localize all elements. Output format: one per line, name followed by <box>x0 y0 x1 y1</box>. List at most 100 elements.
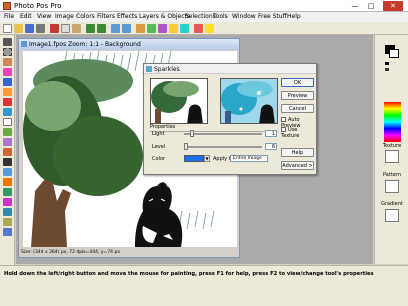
airbrush-icon[interactable] <box>3 98 12 106</box>
menu-view[interactable]: View <box>37 13 51 20</box>
dialog-title: Sparkles <box>154 66 180 73</box>
gradient-tool-icon[interactable] <box>3 168 12 176</box>
undo-icon[interactable] <box>86 24 95 33</box>
color-label: Color <box>152 156 166 162</box>
redo-icon[interactable] <box>97 24 106 33</box>
menu-file[interactable]: File <box>4 13 14 20</box>
menu-free-stuff[interactable]: Free Stuff <box>258 13 287 20</box>
clone-icon[interactable] <box>3 128 12 136</box>
menu-effects[interactable]: Effects <box>117 13 137 20</box>
crop-icon[interactable] <box>3 208 12 216</box>
magic-wand-icon[interactable] <box>3 68 12 76</box>
title-bar: Photo Pos Pro — □ ✕ <box>0 0 408 12</box>
eyedropper-icon[interactable] <box>3 148 12 156</box>
color-swatch[interactable] <box>184 155 204 162</box>
zoom-in-icon[interactable] <box>111 24 120 33</box>
auto-preview-box[interactable] <box>281 117 286 122</box>
ok-button[interactable]: OK <box>281 78 314 87</box>
menu-layers-objects[interactable]: Layers & Objects <box>139 13 190 20</box>
menu-tools[interactable]: Tools <box>213 13 228 20</box>
color-dropdown-arrow-icon[interactable]: ▼ <box>204 155 210 162</box>
print-icon[interactable] <box>36 24 45 33</box>
image-window-title: Image1.fpos Zoom: 1:1 - Background <box>29 41 141 48</box>
minimize-button[interactable]: — <box>348 1 362 11</box>
image-size-readout: Size: (344 x 364) px, 72 dpi <box>21 250 84 255</box>
text-tool-icon[interactable] <box>3 158 12 166</box>
background-color[interactable] <box>389 49 399 58</box>
menu-bar: File Edit View Image Colors Filters Effe… <box>0 12 408 22</box>
advanced-button[interactable]: Advanced > <box>281 161 314 170</box>
properties-label: Properties <box>150 124 176 130</box>
app-title: Photo Pos Pro <box>14 2 62 10</box>
cancel-button[interactable]: Cancel <box>281 104 314 113</box>
hand-tool-icon[interactable] <box>3 218 12 226</box>
level-value[interactable]: 6 <box>265 143 277 150</box>
level-label: Level <box>152 144 166 150</box>
resize-icon[interactable] <box>158 24 167 33</box>
color-palette[interactable] <box>384 102 401 142</box>
menu-edit[interactable]: Edit <box>20 13 32 20</box>
effects-icon[interactable] <box>169 24 178 33</box>
lasso-icon[interactable] <box>3 58 12 66</box>
line-tool-icon[interactable] <box>3 188 12 196</box>
toolbar <box>0 22 408 35</box>
eraser-icon[interactable] <box>3 118 12 126</box>
status-message: Hold down the left/right button and move… <box>4 271 374 277</box>
shape-tool-icon[interactable] <box>3 178 12 186</box>
brush-icon[interactable] <box>3 78 12 86</box>
color-adjust-icon[interactable] <box>180 24 189 33</box>
level-slider-knob[interactable] <box>184 143 188 150</box>
save-icon[interactable] <box>25 24 34 33</box>
close-button[interactable]: ✕ <box>383 1 403 11</box>
copy-icon[interactable] <box>61 24 70 33</box>
menu-window[interactable]: Window <box>232 13 256 20</box>
move-tool-icon[interactable] <box>3 38 12 46</box>
status-bar: Hold down the left/right button and move… <box>0 265 408 306</box>
menu-image[interactable]: Image <box>55 13 74 20</box>
pencil-icon[interactable] <box>3 88 12 96</box>
gradient-swatch[interactable] <box>385 209 399 222</box>
new-file-icon[interactable] <box>3 24 12 33</box>
sparkles-dialog: Sparkles OK Preview Cancel Auto Preview … <box>143 63 317 175</box>
dialog-titlebar[interactable]: Sparkles <box>144 64 316 74</box>
menu-selections[interactable]: Selections <box>185 13 216 20</box>
apply-to-value: Entire Image <box>233 156 262 161</box>
use-texture-box[interactable] <box>281 127 286 132</box>
menu-colors[interactable]: Colors <box>76 13 95 20</box>
pattern-swatch[interactable] <box>385 180 399 193</box>
paste-icon[interactable] <box>72 24 81 33</box>
smudge-icon[interactable] <box>3 138 12 146</box>
properties-divider <box>150 131 278 132</box>
image-window-titlebar[interactable]: Image1.fpos Zoom: 1:1 - Background <box>19 39 239 50</box>
menu-help[interactable]: Help <box>287 13 301 20</box>
original-preview <box>150 78 208 124</box>
maximize-button[interactable]: □ <box>364 1 378 11</box>
pattern-label: Pattern <box>383 172 401 178</box>
fill-icon[interactable] <box>3 108 12 116</box>
flip-icon[interactable] <box>147 24 156 33</box>
zoom-tool-icon[interactable] <box>3 228 12 236</box>
preview-button[interactable]: Preview <box>281 91 314 100</box>
zoom-out-icon[interactable] <box>122 24 131 33</box>
result-preview <box>220 78 278 124</box>
swap-colors-icon[interactable] <box>385 68 389 71</box>
texture-swatch[interactable] <box>385 150 399 163</box>
image-window-status: Size: (344 x 364) px, 72 dpi x=444, y=74… <box>19 248 239 257</box>
level-slider[interactable] <box>184 143 262 150</box>
texture-label: Texture <box>382 143 402 149</box>
use-texture-checkbox[interactable]: Use Texture <box>281 127 316 139</box>
red-eye-icon[interactable] <box>3 198 12 206</box>
open-folder-icon[interactable] <box>14 24 23 33</box>
light-slider-knob[interactable] <box>189 130 194 137</box>
default-colors-icon[interactable] <box>385 62 389 65</box>
rotate-icon[interactable] <box>136 24 145 33</box>
star-icon[interactable] <box>205 24 214 33</box>
light-value[interactable]: 1 <box>265 130 277 137</box>
help-button[interactable]: Help <box>281 148 314 157</box>
apply-to-select[interactable]: Entire Image <box>230 155 268 162</box>
cut-icon[interactable] <box>50 24 59 33</box>
rect-select-icon[interactable] <box>3 48 12 56</box>
help-icon[interactable] <box>194 24 203 33</box>
menu-filters[interactable]: Filters <box>97 13 115 20</box>
light-slider[interactable] <box>184 130 262 137</box>
